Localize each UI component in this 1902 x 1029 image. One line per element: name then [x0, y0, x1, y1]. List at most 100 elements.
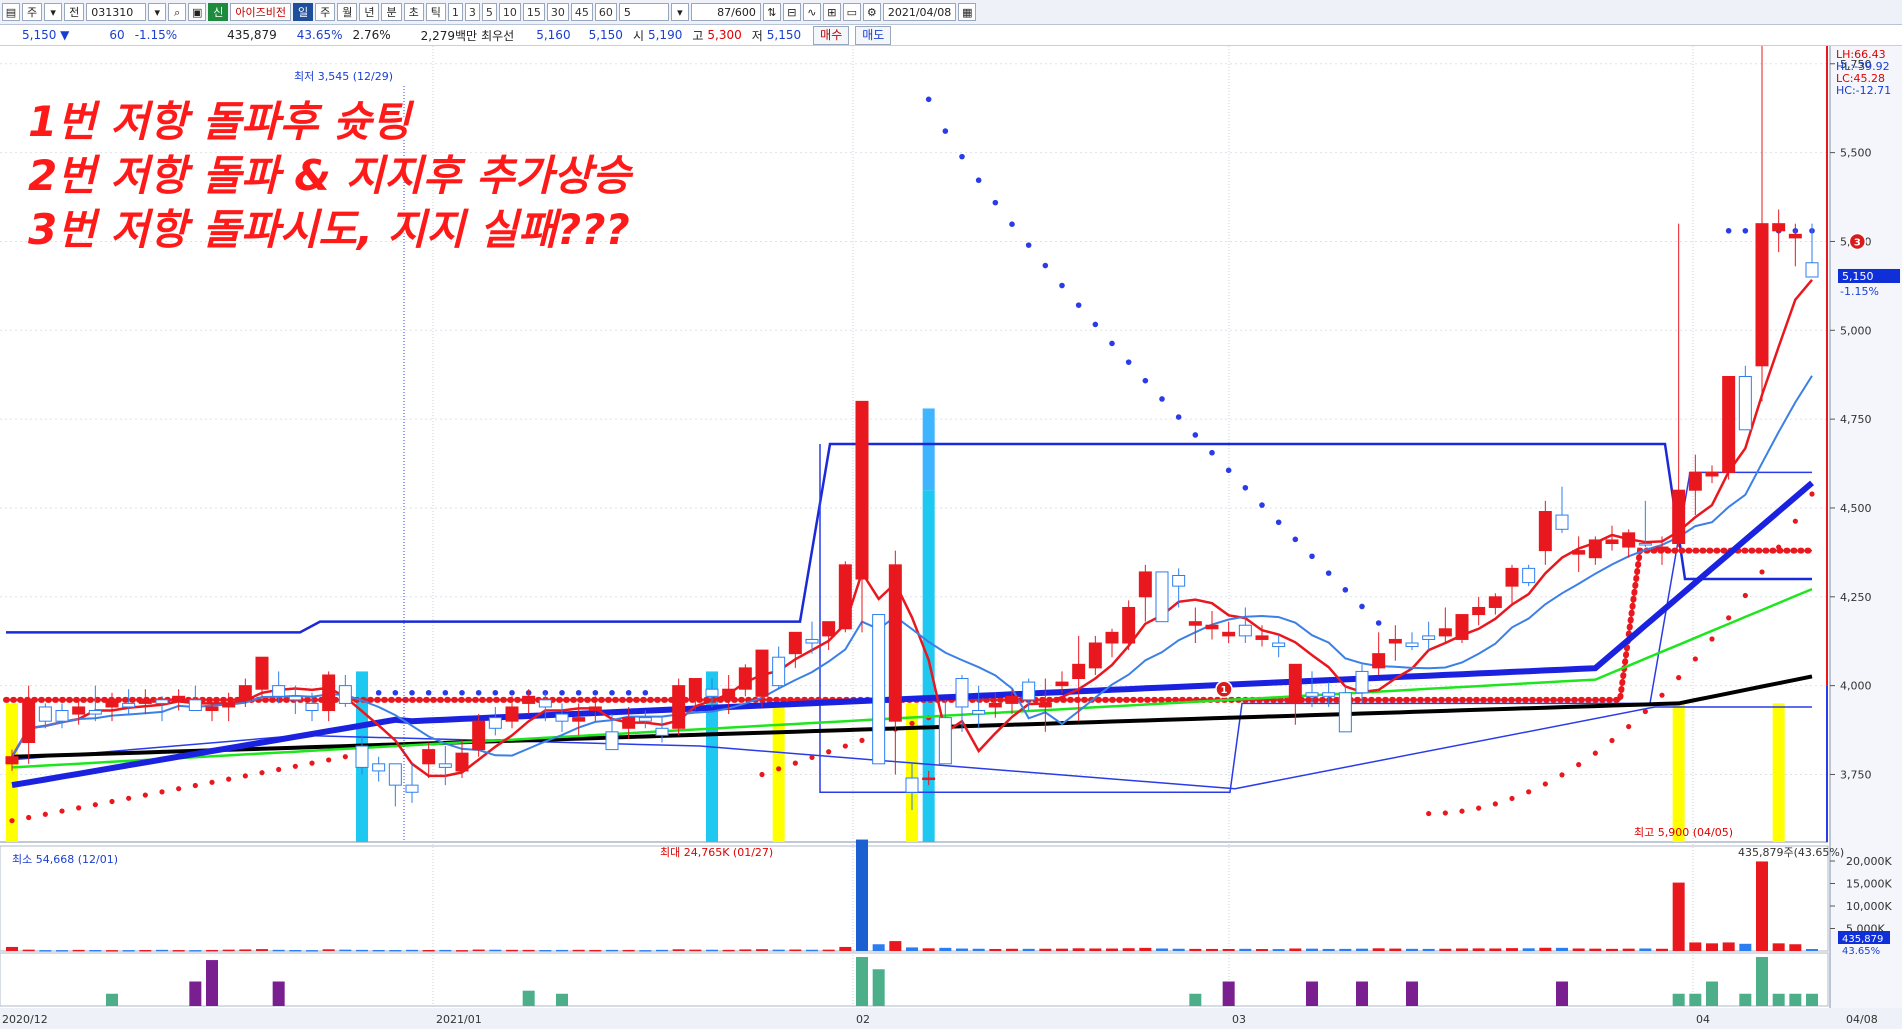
indicator-bar — [1756, 957, 1768, 1006]
vol-current-box-label: 435,879 — [1842, 934, 1883, 945]
period-daily[interactable]: 일 — [292, 3, 314, 21]
red-sar-dot — [792, 760, 798, 766]
volume-bar — [1772, 943, 1785, 951]
volume-bar — [1306, 948, 1318, 951]
stock-name[interactable]: 아이즈비전 — [230, 3, 291, 21]
interval-3[interactable]: 3 — [464, 3, 480, 21]
red-sar-dot — [1526, 789, 1532, 795]
lock-icon[interactable]: ▣ — [188, 3, 207, 21]
candle-body — [1722, 375, 1736, 473]
volume-bar — [572, 949, 585, 952]
interval-15[interactable]: 15 — [522, 3, 545, 21]
adjust-icon[interactable]: ⇅ — [762, 3, 781, 21]
volume-bar — [456, 950, 468, 952]
chevron-down-icon[interactable]: ▾ — [670, 3, 689, 21]
sell-button[interactable]: 매도 — [855, 25, 892, 45]
count-select[interactable]: 5 — [618, 3, 669, 21]
date-input[interactable]: 2021/04/08 — [882, 3, 957, 21]
candle-body — [955, 678, 969, 708]
best-ask: 5,160 — [536, 28, 571, 42]
indicator-bar — [1806, 993, 1818, 1006]
search-icon[interactable]: ⌕ — [168, 3, 187, 21]
candle-body — [305, 702, 319, 712]
volume-bar — [1172, 948, 1185, 951]
chevron-down-icon[interactable]: ▾ — [44, 3, 63, 21]
volume-bar — [422, 950, 435, 952]
candle-body — [805, 638, 819, 644]
candle-body — [1022, 681, 1036, 701]
chevron-down-icon[interactable]: ▾ — [148, 3, 167, 21]
candle-body — [1322, 692, 1336, 697]
y-tick-label: 5,500 — [1840, 147, 1872, 160]
stock-code-input[interactable]: 031310 — [86, 3, 147, 21]
menu-icon[interactable]: ▤ — [2, 3, 20, 21]
sar-dot — [1742, 227, 1749, 234]
volume-bar — [1206, 948, 1218, 951]
candle-body — [1438, 628, 1452, 637]
sar-dot — [609, 689, 615, 696]
lowest-price-label: 최저 3,545 (12/29) — [294, 70, 393, 83]
candle-body — [472, 720, 486, 751]
red-sar-dot — [342, 754, 348, 760]
candle-body — [1172, 574, 1186, 587]
volume-bar — [189, 950, 202, 952]
candle-body — [1422, 635, 1436, 640]
page-total: /600 — [731, 6, 756, 19]
vol-tick-label: 10,000K — [1846, 900, 1892, 913]
volume-bar — [722, 949, 735, 952]
candle-body — [1555, 514, 1569, 530]
volume-bar — [606, 949, 618, 952]
interval-30[interactable]: 30 — [546, 3, 569, 21]
interval-5[interactable]: 5 — [481, 3, 497, 21]
volume-bar — [739, 949, 752, 951]
interval-45[interactable]: 45 — [570, 3, 593, 21]
open-label: 시 — [632, 28, 644, 43]
vol-current-pct: 43.65% — [1842, 946, 1880, 957]
volume-bar — [222, 949, 235, 952]
red-sar-dot — [1626, 723, 1632, 730]
save-icon[interactable]: ▭ — [842, 3, 861, 21]
indicator-bar — [1406, 981, 1418, 1006]
period-yearly[interactable]: 년 — [359, 3, 380, 21]
volume-bar — [406, 949, 418, 952]
buy-button[interactable]: 매수 — [813, 25, 850, 45]
volume-bar — [806, 949, 818, 952]
candle-body — [1355, 670, 1369, 694]
volume-panel-bg — [0, 845, 1829, 952]
toolbar-item-1[interactable]: 전 — [64, 3, 85, 21]
chart-toolbar: ▤ 주 ▾ 전 031310 ▾ ⌕ ▣ 신 아이즈비전 일 주 월 년 분 초… — [0, 0, 1902, 25]
trend-icon[interactable]: ∿ — [802, 3, 821, 21]
period-weekly[interactable]: 주 — [315, 3, 336, 21]
interval-60[interactable]: 60 — [594, 3, 617, 21]
page-input[interactable]: 87/600 — [690, 3, 761, 21]
candle-body — [1588, 539, 1602, 559]
toolbar-item-0[interactable]: 주 — [22, 3, 43, 21]
interval-10[interactable]: 10 — [498, 3, 521, 21]
candle-body — [1755, 223, 1769, 367]
candle-body — [1538, 511, 1552, 552]
gear-icon[interactable]: ⚙ — [862, 3, 881, 21]
red-sar-dot — [1642, 708, 1648, 715]
sar-dot — [1025, 242, 1032, 248]
red-sar-dot — [1426, 810, 1432, 817]
red-sar-dot — [759, 771, 765, 778]
sar-dot — [1209, 449, 1215, 456]
period-tick[interactable]: 틱 — [425, 3, 446, 21]
candle-body — [388, 763, 402, 786]
interval-1[interactable]: 1 — [447, 3, 463, 21]
candle-body — [1672, 489, 1686, 545]
period-monthly[interactable]: 월 — [337, 3, 358, 21]
red-sar-dot — [1592, 750, 1598, 756]
sar-dot — [1359, 603, 1365, 610]
x-axis-bg — [0, 1008, 1902, 1029]
zoom-out-icon[interactable]: ⊟ — [782, 3, 801, 21]
candle-body — [638, 717, 652, 722]
period-second[interactable]: 초 — [403, 3, 424, 21]
candle-body — [138, 699, 152, 704]
period-minute[interactable]: 분 — [381, 3, 402, 21]
grid-icon[interactable]: ⊞ — [822, 3, 841, 21]
volume-bar — [339, 949, 352, 952]
calendar-icon[interactable]: ▦ — [958, 3, 977, 21]
red-sar-dot — [1559, 772, 1565, 778]
red-sar-dot — [826, 749, 832, 755]
